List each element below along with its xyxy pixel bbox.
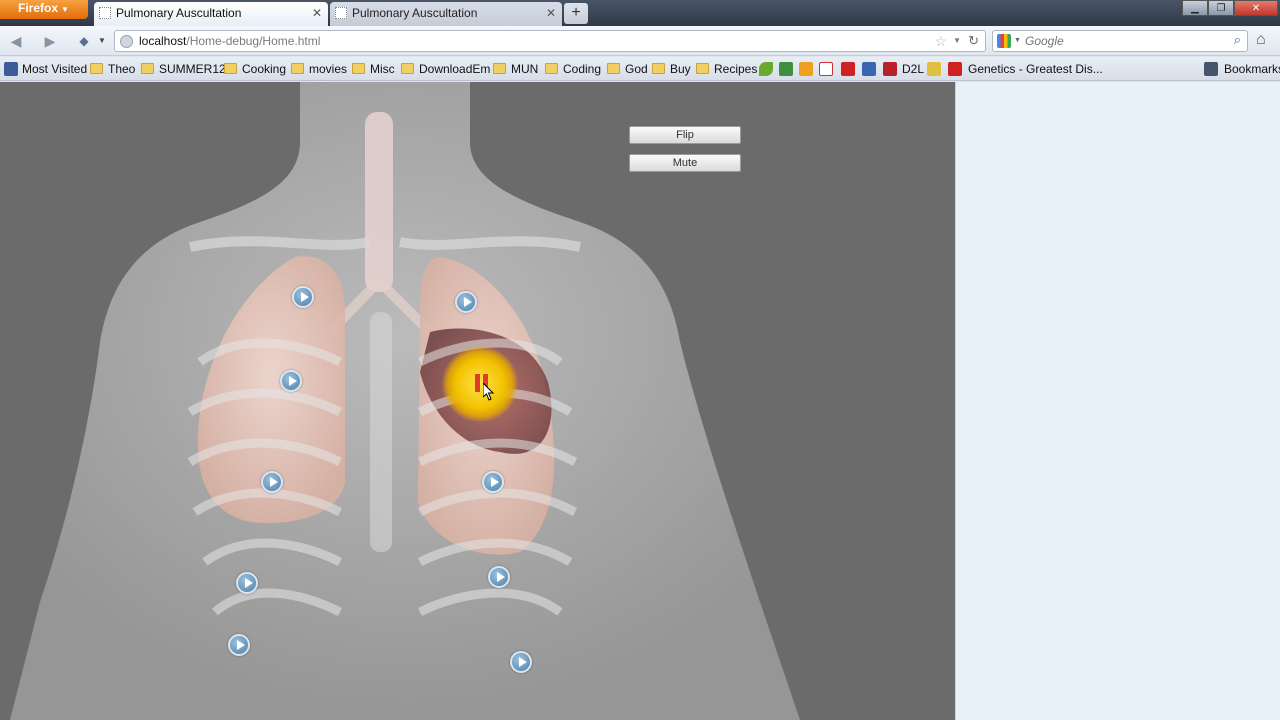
youtube-icon bbox=[948, 62, 962, 76]
bookmark-label: DownloadEm bbox=[419, 62, 491, 76]
firefox-menu-label: Firefox bbox=[18, 1, 59, 15]
bookmark-label: Theo bbox=[108, 62, 136, 76]
bookmark-coding[interactable]: Coding bbox=[545, 61, 601, 77]
folder-icon bbox=[224, 63, 237, 74]
bird-icon[interactable] bbox=[779, 62, 793, 76]
url-path: /Home-debug/Home.html bbox=[186, 34, 321, 48]
history-icon[interactable]: ◆ bbox=[74, 32, 94, 50]
play-point-right-lateral-base[interactable] bbox=[236, 572, 258, 594]
pma-icon[interactable] bbox=[927, 62, 941, 76]
folder-icon bbox=[696, 63, 709, 74]
reload-icon[interactable]: ↻ bbox=[968, 33, 979, 49]
close-tab-icon[interactable]: ✕ bbox=[312, 2, 322, 24]
bookmark-label: Coding bbox=[563, 62, 602, 76]
home-icon[interactable]: ⌂ bbox=[1256, 31, 1266, 49]
url-text[interactable]: localhost/Home-debug/Home.html bbox=[139, 34, 320, 48]
forward-arrow-icon[interactable]: ▶ bbox=[40, 32, 60, 50]
chevron-down-icon: ▼ bbox=[61, 5, 69, 14]
bookmark-recipes[interactable]: Recipes bbox=[696, 61, 757, 77]
bookmark-summer12[interactable]: SUMMER12 bbox=[141, 61, 226, 77]
new-tab-button[interactable]: + bbox=[564, 3, 588, 24]
site-identity-icon[interactable] bbox=[120, 35, 133, 48]
bookmark-cooking[interactable]: Cooking bbox=[224, 61, 286, 77]
bookmark-downloadem[interactable]: DownloadEm bbox=[401, 61, 490, 77]
bookmark-most-visited[interactable]: Most Visited bbox=[22, 61, 87, 77]
bookmark-star-icon[interactable]: ☆ bbox=[934, 33, 947, 50]
chevron-down-icon[interactable]: ▼ bbox=[1014, 37, 1021, 44]
play-point-left-apex[interactable] bbox=[455, 291, 477, 313]
mute-button[interactable]: Mute bbox=[629, 154, 741, 172]
close-tab-icon[interactable]: ✕ bbox=[546, 2, 556, 24]
bookmark-label: Misc bbox=[370, 62, 395, 76]
folder-icon bbox=[352, 63, 365, 74]
bookmark-label: MUN bbox=[511, 62, 539, 76]
play-point-left-lower[interactable] bbox=[482, 471, 504, 493]
play-point-right-middle[interactable] bbox=[261, 471, 283, 493]
search-bar[interactable]: ▼ ⌕ bbox=[992, 30, 1248, 52]
folder-icon bbox=[493, 63, 506, 74]
history-dropdown-icon[interactable]: ▼ bbox=[96, 32, 108, 50]
play-point-left-lateral-base[interactable] bbox=[488, 566, 510, 588]
bookmark-theo[interactable]: Theo bbox=[90, 61, 135, 77]
play-point-right-apex[interactable] bbox=[292, 286, 314, 308]
gmail-icon[interactable] bbox=[819, 62, 833, 76]
folder-icon bbox=[401, 63, 414, 74]
bookmark-label: SUMMER12 bbox=[159, 62, 226, 76]
url-bar[interactable]: localhost/Home-debug/Home.html ☆ ▼ ↻ bbox=[114, 30, 986, 52]
tab-strip: Firefox ▼ Pulmonary Auscultation ✕ Pulmon… bbox=[0, 0, 1280, 26]
bookmark-d2l[interactable]: D2L bbox=[902, 61, 924, 77]
folder-icon bbox=[607, 63, 620, 74]
page-favicon-icon bbox=[335, 7, 347, 19]
bookmark-label: Recipes bbox=[714, 62, 758, 76]
firefox-menu-button[interactable]: Firefox ▼ bbox=[0, 0, 88, 19]
close-window-icon[interactable]: ✕ bbox=[1234, 0, 1278, 16]
search-input[interactable] bbox=[1025, 33, 1215, 49]
grid-icon[interactable] bbox=[799, 62, 813, 76]
bookmarks-menu-button[interactable]: Bookmarks bbox=[1224, 61, 1280, 77]
bookmark-god[interactable]: God bbox=[607, 61, 648, 77]
bookmark-movies[interactable]: movies bbox=[291, 61, 347, 77]
bookmark-genetics[interactable]: Genetics - Greatest Dis... bbox=[968, 61, 1103, 77]
back-arrow-icon[interactable]: ◀ bbox=[6, 32, 26, 50]
bookmark-label: movies bbox=[309, 62, 348, 76]
bookmark-label: Buy bbox=[670, 62, 691, 76]
bookmark-label: Cooking bbox=[242, 62, 287, 76]
bookmarks-menu-icon bbox=[1204, 62, 1218, 76]
d2l-icon bbox=[883, 62, 897, 76]
folder-icon bbox=[545, 63, 558, 74]
search-icon[interactable]: ⌕ bbox=[1234, 32, 1241, 48]
bookmark-label: God bbox=[625, 62, 648, 76]
tab-pulmonary-active[interactable]: Pulmonary Auscultation ✕ bbox=[94, 2, 328, 26]
bookmarks-toolbar: Most Visited Theo SUMMER12 Cooking movie… bbox=[0, 57, 1280, 81]
tab-title: Pulmonary Auscultation bbox=[352, 6, 478, 20]
info-side-panel bbox=[955, 82, 1280, 720]
folder-icon bbox=[652, 63, 665, 74]
mouse-cursor-icon bbox=[483, 383, 495, 401]
play-point-left-base[interactable] bbox=[510, 651, 532, 673]
anatomy-viewport[interactable]: Flip Mute bbox=[0, 82, 955, 720]
url-dropdown-icon[interactable]: ▼ bbox=[953, 36, 961, 45]
google-icon[interactable] bbox=[997, 34, 1011, 48]
play-point-right-upper[interactable] bbox=[280, 370, 302, 392]
navigation-toolbar: ◀ ▶ ◆ ▼ localhost/Home-debug/Home.html ☆… bbox=[0, 26, 1280, 56]
most-visited-icon bbox=[4, 62, 18, 76]
minimize-icon[interactable]: ▁ bbox=[1182, 0, 1208, 16]
bookmark-buy[interactable]: Buy bbox=[652, 61, 691, 77]
play-point-right-base[interactable] bbox=[228, 634, 250, 656]
folder-icon bbox=[90, 63, 103, 74]
tab-title: Pulmonary Auscultation bbox=[116, 6, 242, 20]
bookmark-misc[interactable]: Misc bbox=[352, 61, 395, 77]
maximize-icon[interactable]: ❐ bbox=[1208, 0, 1234, 16]
folder-icon bbox=[291, 63, 304, 74]
youtube-icon[interactable] bbox=[841, 62, 855, 76]
page-favicon-icon bbox=[99, 7, 111, 19]
url-host: localhost bbox=[139, 34, 187, 48]
leaf-icon[interactable] bbox=[759, 62, 773, 76]
folder-icon bbox=[141, 63, 154, 74]
tab-pulmonary-inactive[interactable]: Pulmonary Auscultation ✕ bbox=[330, 2, 562, 26]
t-icon[interactable] bbox=[862, 62, 876, 76]
flip-button[interactable]: Flip bbox=[629, 126, 741, 144]
bookmark-mun[interactable]: MUN bbox=[493, 61, 538, 77]
